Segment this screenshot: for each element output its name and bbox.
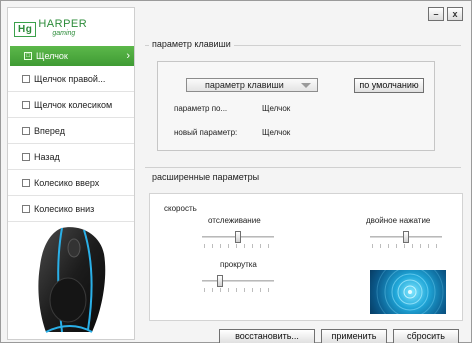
advanced-title: расширенные параметры xyxy=(149,172,263,182)
current-param-label: параметр по... xyxy=(174,104,228,113)
dropdown-value: параметр клавиши xyxy=(205,80,284,90)
apply-button[interactable]: применить xyxy=(321,329,387,343)
sidebar-item-label: Вперед xyxy=(34,125,65,136)
checkbox-icon xyxy=(22,204,30,213)
checkbox-icon xyxy=(22,100,30,109)
scroll-slider-track[interactable] xyxy=(202,280,274,282)
checkbox-icon xyxy=(22,152,30,161)
new-param-value: Щелчок xyxy=(262,128,291,137)
chevron-right-icon: › xyxy=(126,50,130,62)
sidebar-item-label: Щелчок правой... xyxy=(34,73,106,84)
double-click-slider-thumb[interactable] xyxy=(403,231,409,243)
speed-label: скорость xyxy=(164,204,197,213)
sidebar-item-left-click[interactable]: □ Щелчок › xyxy=(10,46,134,66)
restore-button[interactable]: восстановить... xyxy=(219,329,315,343)
double-click-label: двойное нажатие xyxy=(366,216,431,225)
checkbox-icon xyxy=(22,126,30,135)
double-click-slider-ticks xyxy=(372,244,442,248)
scroll-slider-ticks xyxy=(204,288,274,292)
tracking-slider-ticks xyxy=(204,244,274,248)
sidebar-item-middle-click[interactable]: Щелчок колесиком xyxy=(8,92,134,118)
sidebar-item-label: Щелчок колесиком xyxy=(34,99,113,110)
reset-button[interactable]: сбросить xyxy=(393,329,459,343)
main-panel: параметр клавиши параметр клавиши по умо… xyxy=(139,7,467,343)
advanced-panel: скорость отслеживание двойное нажатие пр… xyxy=(149,193,463,321)
checkbox-icon xyxy=(22,74,30,83)
button-menu: □ Щелчок › Щелчок правой... Щелчок колес… xyxy=(8,46,134,222)
scroll-label: прокрутка xyxy=(220,260,257,269)
key-param-dropdown[interactable]: параметр клавиши xyxy=(186,78,318,92)
checkbox-icon xyxy=(22,178,30,187)
mouse-image xyxy=(22,220,122,339)
harper-logo: Hg HARPER gaming xyxy=(14,16,94,42)
chevron-down-icon xyxy=(301,83,311,88)
sidebar-item-right-click[interactable]: Щелчок правой... xyxy=(8,66,134,92)
sidebar-item-label: Колесико вниз xyxy=(34,203,95,214)
tracking-label: отслеживание xyxy=(208,216,261,225)
sidebar-item-label: Назад xyxy=(34,151,60,162)
new-param-label: новый параметр: xyxy=(174,128,238,137)
scroll-slider-thumb[interactable] xyxy=(217,275,223,287)
logo-brand: HARPER xyxy=(38,18,88,30)
logo-subtitle: gaming xyxy=(52,30,76,37)
logo-mark: Hg xyxy=(14,21,37,37)
app-window: Hg HARPER gaming □ Щелчок › Щелчок право… xyxy=(0,0,472,343)
sidebar-item-forward[interactable]: Вперед xyxy=(8,118,134,144)
sidebar: Hg HARPER gaming □ Щелчок › Щелчок право… xyxy=(7,7,135,340)
sidebar-item-label: Щелчок xyxy=(36,51,68,61)
sidebar-item-wheel-down[interactable]: Колесико вниз xyxy=(8,196,134,222)
tracking-slider-thumb[interactable] xyxy=(235,231,241,243)
current-param-value: Щелчок xyxy=(262,104,291,113)
checkbox-icon: □ xyxy=(24,52,32,60)
group-divider xyxy=(145,167,461,168)
key-param-panel: параметр клавиши по умолчанию параметр п… xyxy=(157,61,435,151)
sidebar-item-back[interactable]: Назад xyxy=(8,144,134,170)
sidebar-item-wheel-up[interactable]: Колесико вверх xyxy=(8,170,134,196)
double-click-test-area[interactable] xyxy=(370,270,446,314)
sidebar-item-label: Колесико вверх xyxy=(34,177,100,188)
default-button[interactable]: по умолчанию xyxy=(354,78,424,93)
key-param-title: параметр клавиши xyxy=(149,39,234,49)
